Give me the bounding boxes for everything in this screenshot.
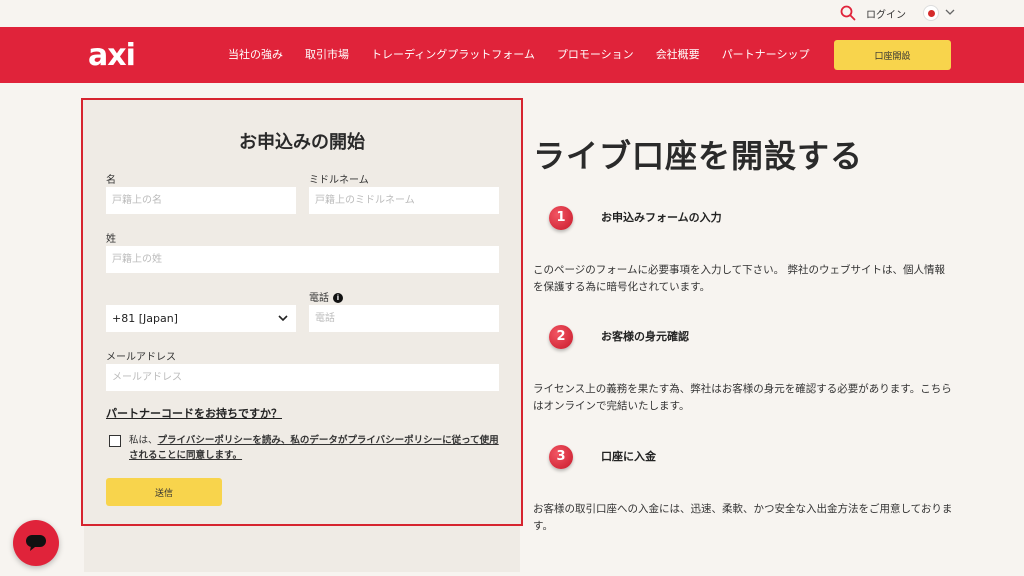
search-icon[interactable] [840,5,856,21]
step-number-badge: 1 [549,206,573,230]
country-code-value: +81 [Japan] [112,312,178,325]
phone-input[interactable] [309,305,499,332]
partner-code-link[interactable]: パートナーコードをお持ちですか？ [106,405,282,421]
page-heading: ライブ口座を開設する [533,137,864,175]
first-name-label: 名 [106,175,116,186]
step-description: お客様の取引口座への入金には、迅速、柔軟、かつ安全な入出金方法をご用意しておりま… [533,503,953,532]
submit-button[interactable]: 送信 [106,478,222,506]
open-account-button[interactable]: 口座開設 [834,40,951,70]
consent-text: 私は、プライバシーポリシーを読み、私のデータがプライバシーポリシーに従って使用さ… [129,433,503,463]
application-form: お申込みの開始 名 ミドルネーム 姓 +81 [Japan] 電話 i メールアド… [81,98,523,526]
axi-logo[interactable]: axi [88,38,136,73]
step-description: このページのフォームに必要事項を入力して下さい。 弊社のウェブサイトは、個人情報… [533,264,945,293]
form-title: お申込みの開始 [239,132,365,153]
middle-name-input[interactable] [309,187,499,214]
chevron-down-icon[interactable] [945,8,955,16]
consent-checkbox[interactable] [109,435,121,447]
last-name-label: 姓 [106,234,116,245]
consent-prefix: 私は、 [129,435,158,446]
chevron-down-icon [278,315,288,322]
step-number-badge: 3 [549,445,573,469]
privacy-policy-link[interactable]: プライバシーポリシーを読み、私のデータがプライバシーポリシーに従って使用されるこ… [129,435,499,461]
nav-link-platforms[interactable]: トレーディングプラットフォーム [371,46,535,62]
info-icon[interactable]: i [333,293,343,303]
step-number-badge: 2 [549,325,573,349]
phone-label: 電話 i [309,289,343,304]
form-panel-extension [84,526,520,572]
step-title: 口座に入金 [601,450,656,463]
nav-link-markets[interactable]: 取引市場 [305,46,349,62]
step-title: お客様の身元確認 [601,330,689,343]
first-name-input[interactable] [106,187,296,214]
main-navigation: axi 当社の強み 取引市場 トレーディングプラットフォーム プロモーション 会… [0,27,1024,83]
email-input[interactable] [106,364,499,391]
middle-name-label: ミドルネーム [309,175,369,186]
nav-links: 当社の強み 取引市場 トレーディングプラットフォーム プロモーション 会社概要 … [228,46,831,62]
nav-link-partnership[interactable]: パートナーシップ [722,46,810,62]
step-title: お申込みフォームの入力 [601,211,722,224]
email-label: メールアドレス [106,352,176,363]
step-description: ライセンス上の義務を果たす為、弊社はお客様の身元を確認する必要があります。こちら… [533,383,952,412]
phone-label-text: 電話 [309,293,329,304]
chat-icon [26,535,46,551]
chat-button[interactable] [13,520,59,566]
nav-link-strengths[interactable]: 当社の強み [228,46,283,62]
login-link[interactable]: ログイン [866,6,906,21]
nav-link-promotions[interactable]: プロモーション [557,46,634,62]
country-code-select[interactable]: +81 [Japan] [106,305,296,332]
top-utility-bar: ログイン [0,0,1024,27]
japan-flag-icon[interactable] [923,5,939,21]
last-name-input[interactable] [106,246,499,273]
nav-link-company[interactable]: 会社概要 [656,46,700,62]
